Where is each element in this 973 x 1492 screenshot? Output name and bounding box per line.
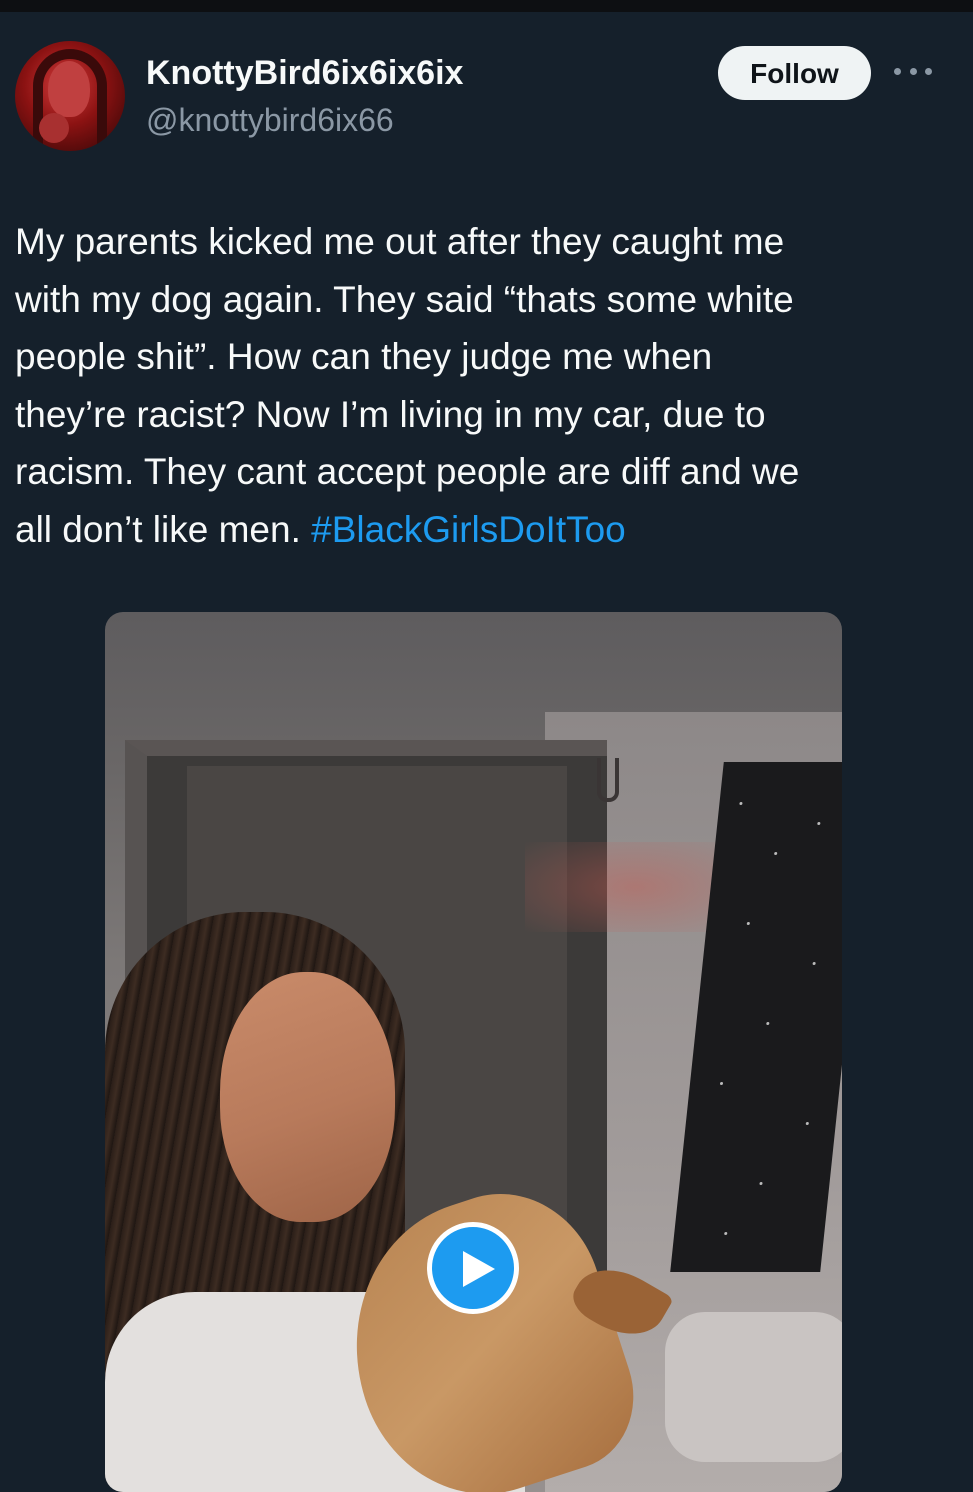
- tweet-text-line-last: all don’t like men. #BlackGirlsDoItToo: [15, 501, 955, 559]
- follow-button[interactable]: Follow: [718, 46, 871, 100]
- window-top-edge: [0, 0, 973, 12]
- tweet-text-line: My parents kicked me out after they caug…: [15, 221, 785, 262]
- tweet-text-line: with my dog again. They said “thats some…: [15, 278, 794, 320]
- video-thumbnail[interactable]: [105, 612, 842, 1492]
- tweet-text-line: all don’t like men.: [15, 508, 301, 550]
- tweet-text-line: they’re racist? Now I’m living in my car…: [15, 393, 766, 435]
- tweet-header: KnottyBird6ix6ix6ix @knottybird6ix66 Fol…: [0, 38, 973, 158]
- tweet-text-line: people shit”. How can they judge me when: [15, 336, 713, 378]
- display-name[interactable]: KnottyBird6ix6ix6ix: [146, 54, 463, 93]
- play-icon[interactable]: [427, 1222, 519, 1314]
- more-options-icon[interactable]: [894, 60, 932, 82]
- user-handle[interactable]: @knottybird6ix66: [146, 102, 394, 139]
- tweet-text-line: racism. They cant accept people are diff…: [15, 451, 800, 493]
- hashtag-link[interactable]: #BlackGirlsDoItToo: [311, 509, 626, 550]
- tweet-text: My parents kicked me out after they caug…: [15, 213, 955, 559]
- avatar[interactable]: [15, 41, 125, 151]
